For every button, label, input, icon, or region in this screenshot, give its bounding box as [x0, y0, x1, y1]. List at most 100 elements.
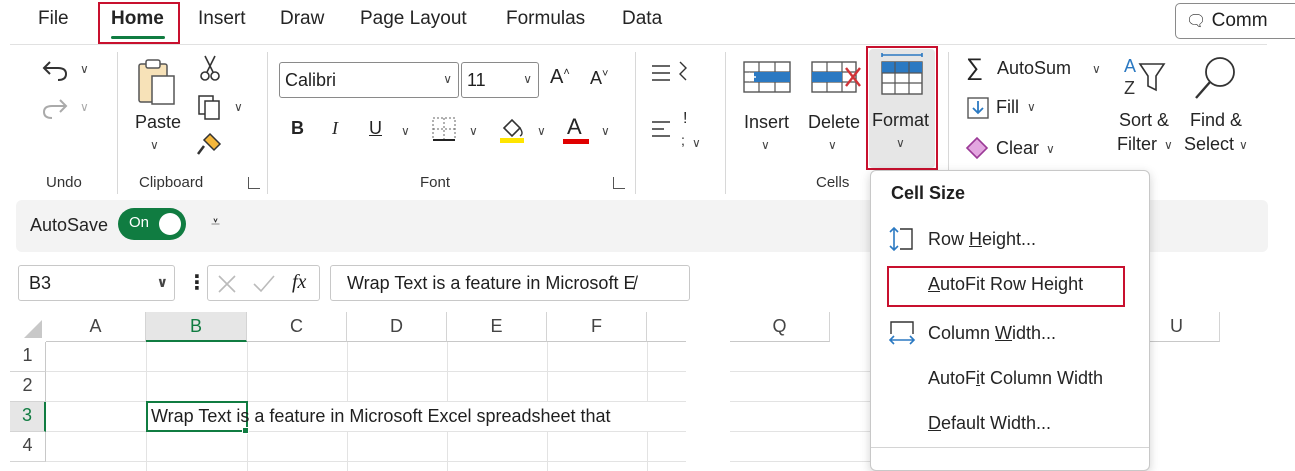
paste-icon[interactable]	[136, 56, 176, 106]
formula-bar-more-icon[interactable]: ⋮	[187, 270, 207, 295]
clipboard-launcher-icon[interactable]	[248, 177, 260, 189]
bold-button[interactable]: B	[291, 118, 304, 139]
name-box[interactable]: B3 ∨	[18, 265, 175, 301]
fill-label[interactable]: Fill	[996, 97, 1019, 118]
sort-filter-chevron-icon[interactable]: ∨	[1164, 138, 1173, 152]
sort-filter-label-2[interactable]: Filter	[1117, 134, 1157, 155]
alignment-partial-label: !	[683, 110, 688, 127]
gridline	[347, 432, 348, 471]
autosum-icon[interactable]: ∑	[966, 54, 983, 82]
fill-down-icon[interactable]	[966, 96, 990, 120]
undo-group-label: Undo	[46, 174, 82, 191]
column-header-b[interactable]: B	[146, 312, 247, 342]
tab-draw[interactable]: Draw	[280, 8, 324, 30]
align-left-icon[interactable]	[650, 118, 674, 140]
clear-eraser-icon[interactable]	[963, 134, 991, 160]
tab-insert[interactable]: Insert	[198, 8, 246, 30]
tab-page-layout[interactable]: Page Layout	[360, 8, 467, 30]
formula-actions: fx	[207, 265, 320, 301]
find-select-label-2[interactable]: Select	[1184, 134, 1234, 155]
underline-chevron-icon[interactable]: ∨	[401, 124, 410, 138]
column-header-a[interactable]: A	[46, 312, 146, 342]
column-header-c[interactable]: C	[247, 312, 347, 342]
copy-icon[interactable]	[196, 94, 224, 120]
row-header-1[interactable]: 1	[10, 342, 46, 372]
fill-chevron-icon[interactable]: ∨	[1027, 100, 1036, 114]
comments-button[interactable]: 🗨︎ Comm	[1175, 3, 1295, 39]
sort-filter-label-1[interactable]: Sort &	[1119, 110, 1169, 131]
undo-icon[interactable]	[40, 56, 70, 82]
format-painter-icon[interactable]	[196, 130, 224, 158]
fill-color-icon[interactable]	[498, 114, 526, 144]
font-color-icon[interactable]: A	[567, 114, 582, 140]
column-header-d[interactable]: D	[347, 312, 447, 342]
font-name-select[interactable]: Calibri ∨	[279, 62, 459, 98]
menu-separator	[871, 447, 1149, 448]
clear-chevron-icon[interactable]: ∨	[1046, 142, 1055, 156]
font-color-chevron-icon[interactable]: ∨	[601, 124, 610, 138]
tab-data[interactable]: Data	[622, 8, 662, 30]
column-header-e[interactable]: E	[447, 312, 547, 342]
column-header-g-partial[interactable]	[647, 312, 687, 342]
autosum-label[interactable]: AutoSum	[997, 58, 1071, 79]
tab-formulas[interactable]: Formulas	[506, 8, 585, 30]
delete-cells-chevron-icon[interactable]: ∨	[828, 138, 837, 152]
insert-cells-icon[interactable]	[742, 58, 794, 98]
borders-chevron-icon[interactable]: ∨	[469, 124, 478, 138]
find-select-icon[interactable]	[1192, 54, 1240, 102]
find-select-chevron-icon[interactable]: ∨	[1239, 138, 1248, 152]
undo-dropdown-chevron-icon[interactable]: ∨	[80, 62, 89, 76]
row-header-2[interactable]: 2	[10, 372, 46, 402]
autosave-toggle[interactable]: On	[118, 208, 186, 240]
fill-color-chevron-icon[interactable]: ∨	[537, 124, 546, 138]
find-select-label-1[interactable]: Find &	[1190, 110, 1242, 131]
autosum-chevron-icon[interactable]: ∨	[1092, 62, 1101, 76]
row-header-4[interactable]: 4	[10, 432, 46, 462]
confirm-entry-icon[interactable]	[252, 274, 276, 294]
delete-cells-icon[interactable]	[810, 58, 862, 98]
menu-item-accesskey: H	[969, 229, 983, 249]
menu-item-default-width[interactable]: Default Width...	[928, 413, 1051, 434]
menu-item-row-height[interactable]: Row Height...	[928, 229, 1036, 250]
paste-button-label[interactable]: Paste	[135, 112, 181, 133]
delete-cells-label[interactable]: Delete	[808, 112, 860, 133]
italic-button[interactable]: I	[332, 118, 338, 139]
comment-icon: 🗨︎	[1186, 13, 1207, 30]
autosave-label: AutoSave	[30, 215, 109, 235]
insert-function-icon[interactable]: fx	[292, 271, 306, 294]
column-header-u[interactable]: U	[1140, 312, 1220, 342]
cut-icon[interactable]	[198, 54, 222, 82]
cancel-entry-icon[interactable]	[216, 274, 238, 294]
comments-button-label: Comm	[1211, 10, 1268, 31]
fill-handle[interactable]	[242, 427, 249, 434]
column-header-f[interactable]: F	[547, 312, 647, 342]
column-header-q[interactable]: Q	[730, 312, 830, 342]
insert-cells-label[interactable]: Insert	[744, 112, 789, 133]
formula-input[interactable]: Wrap Text is a feature in Microsoft E̸	[330, 265, 690, 301]
menu-item-autofit-row-height[interactable]: AutoFit Row Height	[928, 274, 1083, 295]
borders-icon[interactable]	[431, 116, 457, 142]
align-lines-icon[interactable]	[650, 62, 674, 84]
menu-item-autofit-column-width[interactable]: AutoFit Column Width	[928, 368, 1103, 389]
row-header-3[interactable]: 3	[10, 402, 46, 432]
ribbon-separator	[635, 52, 636, 194]
shrink-font-icon[interactable]: A˅	[590, 68, 608, 89]
paste-dropdown-chevron-icon[interactable]: ∨	[150, 138, 159, 152]
tab-home-highlight	[98, 2, 180, 44]
orientation-icon[interactable]	[676, 60, 690, 86]
font-launcher-icon[interactable]	[613, 177, 625, 189]
tab-file[interactable]: File	[38, 8, 69, 30]
alignment-chevron-icon[interactable]: ∨	[692, 136, 701, 150]
font-size-select[interactable]: 11 ∨	[461, 62, 539, 98]
grow-font-icon[interactable]: A˄	[550, 66, 570, 89]
copy-dropdown-chevron-icon[interactable]: ∨	[234, 100, 243, 114]
svg-text:A: A	[1124, 56, 1136, 76]
customize-qat-icon[interactable]: ⩡	[211, 214, 220, 232]
select-all-corner-icon[interactable]	[18, 318, 44, 340]
sort-filter-icon[interactable]: A Z	[1118, 54, 1174, 102]
cell-b3-text: Wrap Text is a feature in Microsoft Exce…	[151, 406, 611, 426]
clear-label[interactable]: Clear	[996, 138, 1039, 159]
menu-item-column-width[interactable]: Column Width...	[928, 323, 1056, 344]
underline-button[interactable]: U	[369, 118, 382, 139]
insert-cells-chevron-icon[interactable]: ∨	[761, 138, 770, 152]
